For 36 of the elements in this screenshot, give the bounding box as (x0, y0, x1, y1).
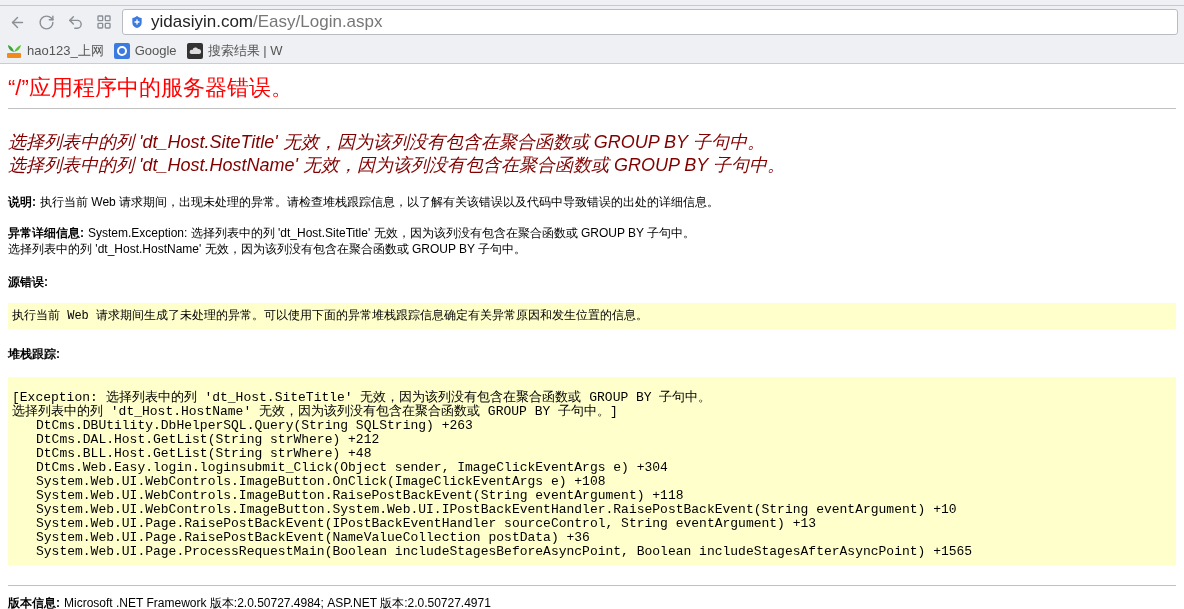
stack-trace-line: System.Web.UI.Page.ProcessRequestMain(Boolean includeStagesBeforeAsyncPoint, Boolean includeStagesAfterAsyncPoint) +1565 (36, 545, 973, 559)
bookmark-link[interactable]: hao123_上网 (6, 40, 104, 61)
stack-trace-line: System.Web.UI.Page.RaisePostBackEvent(NameValueCollection postData) +36 (36, 531, 590, 545)
section-label: 堆栈跟踪: (8, 346, 60, 363)
exception-text: System.Exception: 选择列表中的列 'dt_Host.SiteTitle' 无效，因为该列没有包含在聚合函数或 GROUP BY 子句中。 (88, 225, 696, 241)
url-text: yidasiyin.com/Easy/Login.aspx (151, 11, 383, 34)
stack-trace-line: System.Web.UI.WebControls.ImageButton.RaisePostBackEvent(String eventArgument) +118 (36, 489, 684, 503)
stack-trace-line: System.Web.UI.WebControls.ImageButton.OnClick(ImageClickEventArgs e) +108 (36, 475, 606, 489)
version-text: Microsoft .NET Framework 版本:2.0.50727.4984; ASP.NET 版本:2.0.50727.4971 (64, 595, 491, 609)
leaf-logo-icon (6, 42, 22, 59)
undo-arrow-icon (66, 13, 84, 31)
section-label: 源错误: (8, 274, 48, 291)
stack-trace-line: DtCms.Web.Easy.login.loginsubmit_Click(Object sender, ImageClickEventArgs e) +304 (36, 461, 668, 475)
section-label: 异常详细信息: (8, 225, 84, 241)
stack-trace-line: [Exception: 选择列表中的列 'dt_Host.SiteTitle' 无效，因为该列没有包含在聚合函数或 GROUP BY 子句中。 (12, 391, 712, 405)
exception-text: 选择列表中的列 'dt_Host.HostName' 无效，因为该列没有包含在聚合函数或 GROUP BY 子句中。 (8, 241, 527, 257)
cloud-icon (186, 42, 203, 59)
grid-icon (96, 14, 112, 30)
address-bar[interactable]: yidasiyin.com/Easy/Login.aspx (122, 9, 1178, 35)
stack-trace-line: DtCms.DAL.Host.GetList(String strWhere) +212 (36, 433, 380, 447)
error-message: 选择列表中的列 'dt_Host.HostName' 无效，因为该列没有包含在聚合函数或 GROUP BY 子句中。 (8, 154, 785, 177)
refresh-icon (37, 13, 55, 31)
stack-trace-line: 选择列表中的列 'dt_Host.HostName' 无效，因为该列没有包含在聚合函数或 GROUP BY 子句中。] (12, 405, 618, 419)
shield-icon (129, 14, 145, 30)
error-message: 选择列表中的列 'dt_Host.SiteTitle' 无效，因为该列没有包含在聚合函数或 GROUP BY 子句中。 (8, 131, 765, 154)
bookmark-link[interactable]: Google (113, 40, 177, 61)
section-label: 版本信息: (8, 595, 60, 609)
stack-trace-line: System.Web.UI.WebControls.ImageButton.System.Web.UI.IPostBackEventHandler.RaisePostBackEvent(String eventArgument) +10 (36, 503, 957, 517)
description-text: 执行当前 Web 请求期间，出现未处理的异常。请检查堆栈跟踪信息，以了解有关该错误以及代码中导致错误的出处的详细信息。 (40, 194, 720, 211)
section-label: 说明: (8, 194, 36, 211)
stack-trace-line: DtCms.BLL.Host.GetList(String strWhere) +48 (36, 447, 372, 461)
source-error-box: 执行当前 Web 请求期间生成了未处理的异常。可以使用下面的异常堆栈跟踪信息确定有关异常原因和发生位置的信息。 (8, 303, 1176, 329)
bookmark-link[interactable]: 搜索结果 | W (186, 40, 283, 61)
stack-trace-line: System.Web.UI.Page.RaisePostBackEvent(IPostBackEventHandler sourceControl, String eventArgument) +13 (36, 517, 817, 531)
stack-trace-line: DtCms.DBUtility.DbHelperSQL.Query(String SQLString) +263 (36, 419, 473, 433)
page-title: “/”应用程序中的服务器错误。 (8, 74, 293, 102)
